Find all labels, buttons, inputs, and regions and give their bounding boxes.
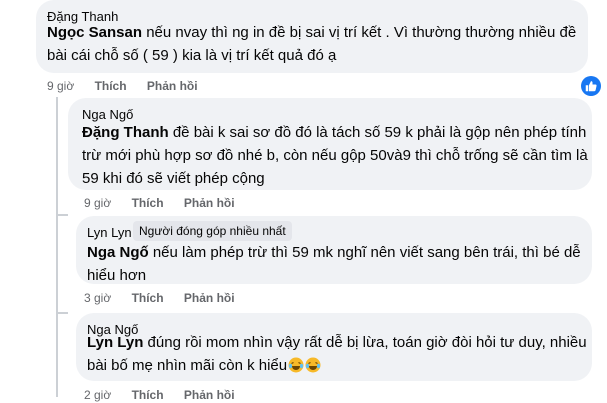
mention-link[interactable]: Đặng Thanh (82, 124, 169, 141)
thread-branch (56, 214, 68, 216)
reply-button[interactable]: Phản hồi (184, 291, 235, 305)
mention-link[interactable]: Lyn Lyn (87, 334, 143, 351)
comment-actions: 3 giờ Thích Phản hồi (84, 291, 252, 305)
comment-actions: 9 giờ Thích Phản hồi (47, 79, 215, 93)
thread-branch (56, 312, 68, 314)
top-contributor-badge: Người đóng góp nhiều nhất (133, 221, 292, 241)
like-button[interactable]: Thích (95, 79, 127, 93)
comment-body: nếu làm phép trừ thì 59 mk nghĩ nên viết… (87, 244, 581, 284)
comment-text: Lyn Lyn đúng rồi mom nhìn vậy rất dễ bị … (87, 331, 587, 377)
reply-button[interactable]: Phản hồi (147, 79, 198, 93)
reply-button[interactable]: Phản hồi (184, 196, 235, 210)
like-button[interactable]: Thích (132, 196, 164, 210)
comment-timestamp[interactable]: 9 giờ (47, 79, 74, 93)
thumbs-up-icon (585, 81, 597, 92)
comment-text: Nga Ngố nếu làm phép trừ thì 59 mk nghĩ … (87, 241, 587, 287)
like-reaction-icon[interactable] (581, 76, 601, 96)
laughing-tears-emoji (305, 357, 321, 373)
laughing-tears-emoji (288, 357, 304, 373)
comment-actions: 2 giờ Thích Phản hồi (84, 388, 252, 402)
like-button[interactable]: Thích (132, 291, 164, 305)
like-button[interactable]: Thích (132, 388, 164, 402)
mention-link[interactable]: Nga Ngố (87, 244, 149, 261)
thread-line (56, 97, 58, 397)
comment-actions: 9 giờ Thích Phản hồi (84, 196, 252, 210)
comment-text: Ngọc Sansan nếu nvay thì ng in đề bị sai… (47, 21, 582, 67)
comment-timestamp[interactable]: 3 giờ (84, 291, 111, 305)
comment-timestamp[interactable]: 9 giờ (84, 196, 111, 210)
comment-body: đúng rồi mom nhìn vậy rất dễ bị lừa, toá… (87, 334, 587, 374)
comment-author[interactable]: Nga Ngố (82, 107, 133, 122)
reply-button[interactable]: Phản hồi (184, 388, 235, 402)
comment-text: Đặng Thanh đề bài k sai sơ đồ đó là tách… (82, 121, 590, 190)
comment-author[interactable]: Lyn Lyn (87, 225, 132, 240)
mention-link[interactable]: Ngọc Sansan (47, 24, 142, 41)
comment-timestamp[interactable]: 2 giờ (84, 388, 111, 402)
